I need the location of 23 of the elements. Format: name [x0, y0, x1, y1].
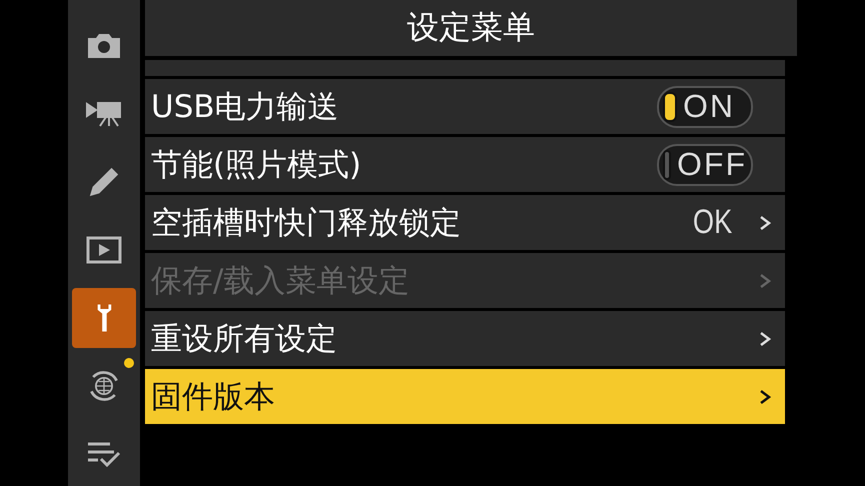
menu-item[interactable]: 节能(照片模式) OFF [145, 137, 785, 192]
menu-item[interactable]: USB电力输送 ON [145, 79, 785, 134]
menu-item-label: 保存/载入菜单设定 [151, 262, 410, 300]
menu-item-label: USB电力输送 [151, 88, 340, 126]
toggle-switch[interactable]: ON [657, 86, 753, 128]
menu-item-label: 固件版本 [151, 378, 276, 416]
pencil-icon [87, 165, 121, 199]
menu-item-label: 重设所有设定 [151, 320, 338, 358]
menu-item[interactable]: 重设所有设定 [145, 311, 785, 366]
menu-title: 设定菜单 [407, 7, 535, 48]
menu-item[interactable]: 固件版本 [145, 369, 785, 424]
toggle-switch[interactable]: OFF [657, 144, 753, 186]
menu-item-label: 节能(照片模式) [151, 146, 362, 184]
playback-icon [86, 236, 122, 264]
camera-icon [86, 32, 122, 60]
movie-camera-icon [86, 100, 122, 128]
wrench-icon [95, 302, 113, 334]
menu-item-label: 空插槽时快门释放锁定 [151, 204, 462, 242]
toggle-state: ON [683, 88, 735, 125]
setting-value: OK [692, 203, 732, 242]
toggle-state: OFF [677, 146, 747, 183]
menu-item[interactable]: 空插槽时快门释放锁定 OK [145, 195, 785, 250]
menu-tab[interactable] [72, 288, 136, 348]
